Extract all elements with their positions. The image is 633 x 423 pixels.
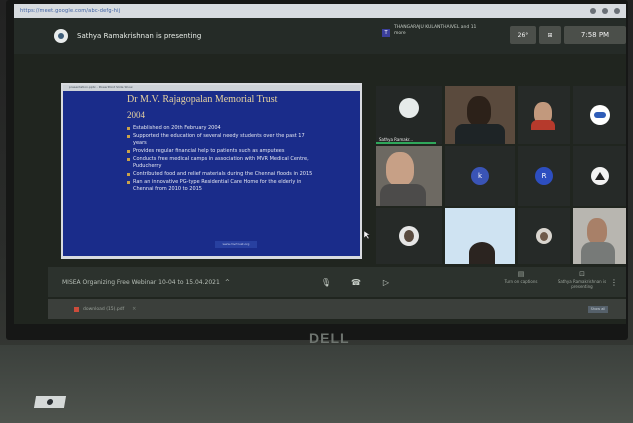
captions-label: Turn on captions [504, 279, 538, 284]
laptop-screen: https://meet.google.com/abc-defg-hij Sat… [14, 4, 626, 324]
participant-body [380, 184, 426, 206]
pdf-file-icon [74, 306, 79, 312]
leave-call-button[interactable]: ☎ [348, 275, 364, 289]
participant-body [581, 242, 615, 264]
presentation-status-button[interactable]: ⊡ Sathya Ramakrishnan is presenting [554, 270, 610, 289]
captions-button[interactable]: ▤ Turn on captions [496, 270, 546, 284]
participant-face [467, 96, 491, 126]
slide-year: 2004 [127, 110, 145, 120]
participant-avatar-icon [589, 105, 610, 125]
participant-body [455, 124, 505, 144]
laptop-brand-logo: DELL [309, 330, 350, 346]
more-options-icon[interactable]: ⋮ [608, 275, 620, 289]
meeting-control-bar: MISEA Organizing Free Webinar 10-04 to 1… [48, 267, 626, 297]
participant-tile-k[interactable]: k [445, 146, 515, 206]
maximize-icon[interactable] [602, 8, 608, 14]
participant-initial-avatar: k [471, 167, 489, 185]
speaker-badge: T [382, 29, 390, 37]
microphone-button[interactable]: 🎙 [318, 275, 334, 289]
participant-tile[interactable] [518, 208, 570, 264]
participant-tile-video[interactable] [573, 208, 626, 264]
sticker-dot-icon [46, 399, 54, 405]
participant-tile-presenter[interactable]: Sathya Ramakr... [376, 86, 442, 144]
participant-face [587, 218, 607, 244]
participant-tile[interactable] [573, 86, 626, 144]
participant-tile-video[interactable] [376, 146, 442, 206]
slide-bullet: Ran an innovative PG-type Residential Ca… [127, 179, 315, 193]
participant-tile[interactable] [573, 146, 626, 206]
layout-grid-icon[interactable]: ⊞ [539, 26, 561, 44]
active-speakers-text: THANGARAJU KULANTHAIVEL and 11 more [394, 25, 477, 36]
download-file-name: download (15).pdf [83, 306, 125, 312]
download-item[interactable]: download (15).pdf [74, 306, 125, 312]
downloads-bar: download (15).pdf × Show all [48, 299, 626, 319]
minimize-icon[interactable] [590, 8, 596, 14]
captions-icon: ▤ [517, 270, 525, 278]
participant-tile-r[interactable]: R [518, 146, 570, 206]
url-text[interactable]: https://meet.google.com/abc-defg-hij [20, 8, 120, 14]
window-controls [590, 8, 620, 14]
participant-tile-video[interactable] [445, 86, 515, 144]
participant-tile-video[interactable] [445, 208, 515, 264]
presenting-banner: Sathya Ramakrishnan is presenting [77, 32, 202, 40]
slide-bullet: Contributed food and relief materials du… [127, 171, 315, 178]
slide-bullet: Supported the education of several needy… [127, 133, 315, 147]
present-screen-icon: ⊡ [579, 270, 585, 278]
participant-photo-avatar [536, 228, 552, 244]
presentation-status-label: Sathya Ramakrishnan is presenting [557, 279, 607, 289]
slide-bullet: Provides regular financial help to patie… [127, 148, 315, 155]
close-download-icon[interactable]: × [132, 306, 136, 312]
participant-photo-avatar [399, 226, 419, 246]
present-now-button[interactable]: ▷ [378, 275, 394, 289]
meeting-details-chevron-icon[interactable]: ^ [225, 279, 230, 286]
temperature-pill: 26° [510, 26, 536, 44]
participant-tile-video[interactable] [518, 86, 570, 144]
participant-face [469, 242, 495, 264]
photo-of-laptop: https://meet.google.com/abc-defg-hij Sat… [0, 0, 633, 423]
participant-tile[interactable] [376, 208, 442, 264]
slide-footer: www.mvrtrust.org [215, 241, 257, 248]
active-speaker-indicator [376, 142, 436, 144]
laptop-sticker [33, 396, 67, 408]
browser-url-bar[interactable]: https://meet.google.com/abc-defg-hij [14, 4, 626, 18]
participant-face [386, 152, 414, 186]
slide-bullet: Established on 20th February 2004 [127, 125, 315, 132]
participant-initial-avatar: R [535, 167, 553, 185]
meeting-top-bar: Sathya Ramakrishnan is presenting T THAN… [14, 18, 626, 54]
participant-avatar-icon [590, 167, 609, 185]
slide-bullet: Conducts free medical camps in associati… [127, 156, 315, 170]
slide-title: Dr M.V. Rajagopalan Memorial Trust [127, 94, 278, 105]
mouse-cursor-icon [364, 231, 370, 239]
presenter-avatar-icon [399, 98, 419, 118]
close-window-icon[interactable] [614, 8, 620, 14]
clock: 7:58 PM [564, 26, 626, 44]
slide-window-title: presentation.pptx - PowerPoint Slide Sho… [63, 85, 360, 91]
show-all-downloads-button[interactable]: Show all [588, 305, 608, 313]
slide-border [63, 256, 360, 257]
meeting-name: MISEA Organizing Free Webinar 10-04 to 1… [62, 278, 220, 286]
shared-slide: presentation.pptx - PowerPoint Slide Sho… [61, 83, 362, 259]
presenter-avatar-icon [54, 29, 68, 43]
laptop-keyboard-deck [0, 345, 633, 423]
slide-bullet-list: Established on 20th February 2004 Suppor… [127, 125, 315, 193]
participant-grid: Sathya Ramakr... k R [376, 86, 626, 264]
participant-body [531, 120, 555, 130]
